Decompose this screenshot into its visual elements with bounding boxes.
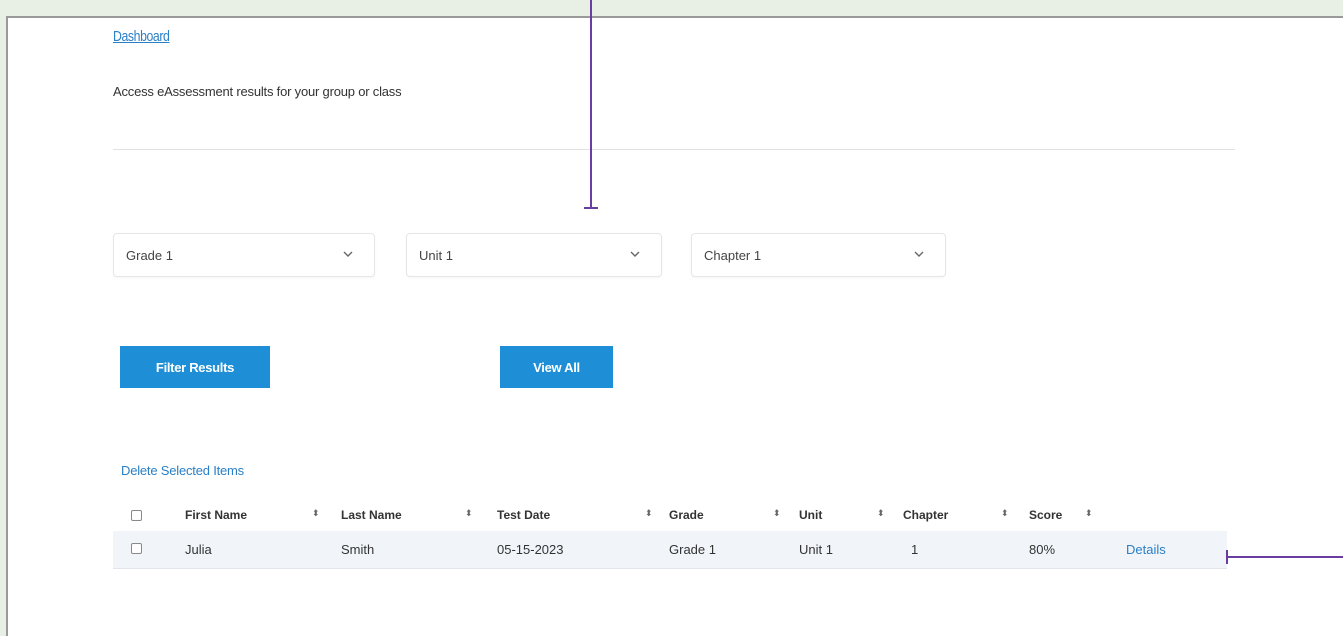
callout-line-vertical xyxy=(590,0,592,208)
column-header-last-name[interactable]: Last Name xyxy=(341,508,402,522)
cell-unit: Unit 1 xyxy=(799,542,833,557)
page-subtitle: Access eAssessment results for your grou… xyxy=(113,84,402,99)
callout-line-vertical-cap xyxy=(584,207,598,209)
column-header-score[interactable]: Score xyxy=(1029,508,1062,522)
cell-last-name: Smith xyxy=(341,542,375,557)
chevron-down-icon xyxy=(914,251,924,257)
callout-line-horizontal xyxy=(1226,556,1343,558)
view-all-button[interactable]: View All xyxy=(500,346,613,388)
sort-icon[interactable]: ⬍ xyxy=(1001,508,1009,519)
cell-score: 80% xyxy=(1029,542,1056,557)
column-header-test-date[interactable]: Test Date xyxy=(497,508,550,522)
grade-select[interactable]: Grade 1 xyxy=(113,233,375,277)
filter-results-button[interactable]: Filter Results xyxy=(120,346,270,388)
chapter-select-value: Chapter 1 xyxy=(704,247,762,263)
grade-select-value: Grade 1 xyxy=(126,247,173,263)
table-row: Julia Smith 05-15-2023 Grade 1 Unit 1 1 … xyxy=(113,531,1227,569)
chapter-select[interactable]: Chapter 1 xyxy=(691,233,946,277)
cell-test-date: 05-15-2023 xyxy=(497,542,564,557)
cell-grade: Grade 1 xyxy=(669,542,716,557)
divider xyxy=(113,149,1235,150)
chevron-down-icon xyxy=(343,251,353,257)
column-header-chapter[interactable]: Chapter xyxy=(903,508,948,522)
sort-icon[interactable]: ⬍ xyxy=(465,508,473,519)
column-header-unit[interactable]: Unit xyxy=(799,508,822,522)
unit-select-value: Unit 1 xyxy=(419,247,453,263)
sort-icon[interactable]: ⬍ xyxy=(312,508,320,519)
sort-icon[interactable]: ⬍ xyxy=(773,508,781,519)
delete-selected-link[interactable]: Delete Selected Items xyxy=(121,463,244,478)
unit-select[interactable]: Unit 1 xyxy=(406,233,662,277)
sort-icon[interactable]: ⬍ xyxy=(645,508,653,519)
column-header-first-name[interactable]: First Name xyxy=(185,508,247,522)
cell-first-name: Julia xyxy=(185,542,212,557)
callout-line-horizontal-cap xyxy=(1226,550,1228,564)
sort-icon[interactable]: ⬍ xyxy=(877,508,885,519)
sort-icon[interactable]: ⬍ xyxy=(1085,508,1093,519)
breadcrumb-dashboard-link[interactable]: Dashboard xyxy=(113,28,170,45)
row-checkbox[interactable] xyxy=(131,543,142,554)
cell-chapter: 1 xyxy=(911,542,919,557)
column-header-grade[interactable]: Grade xyxy=(669,508,704,522)
table-header: First Name ⬍ Last Name ⬍ Test Date ⬍ Gra… xyxy=(113,503,1233,529)
chevron-down-icon xyxy=(630,251,640,257)
details-link[interactable]: Details xyxy=(1126,542,1166,557)
select-all-checkbox[interactable] xyxy=(131,510,142,521)
